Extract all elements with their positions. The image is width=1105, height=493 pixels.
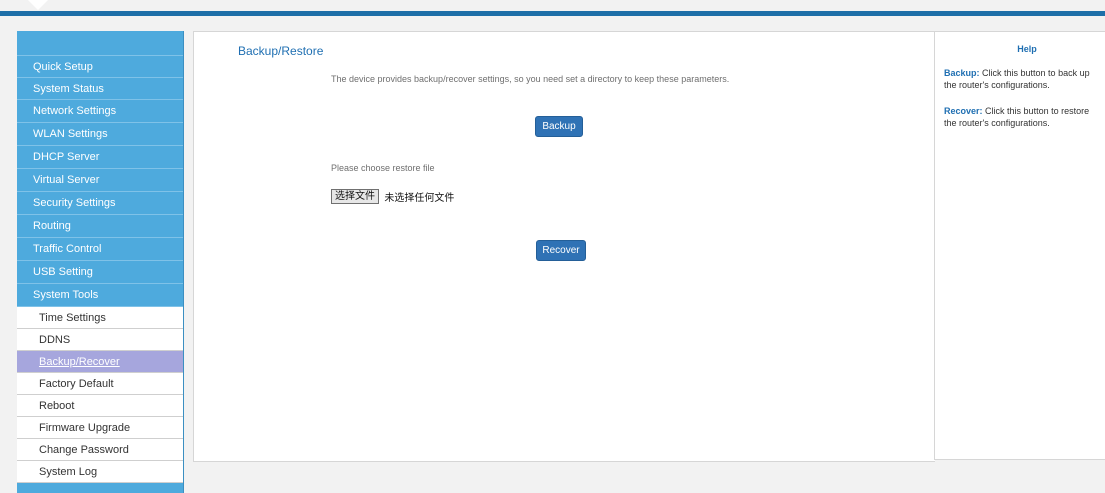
sidebar-item-quick-setup[interactable]: Quick Setup: [17, 56, 183, 78]
sidebar-item-system-status[interactable]: System Status: [17, 78, 183, 100]
sidebar-item-routing[interactable]: Routing: [17, 215, 183, 238]
sidebar-subitem-reboot[interactable]: Reboot: [17, 395, 183, 417]
help-recover-term: Recover:: [944, 106, 983, 116]
header-stripe: [0, 11, 1105, 16]
help-title: Help: [1017, 44, 1037, 54]
sidebar-item-virtual-server[interactable]: Virtual Server: [17, 169, 183, 192]
sidebar-item-network-settings[interactable]: Network Settings: [17, 100, 183, 123]
sidebar-nav: Quick Setup System Status Network Settin…: [17, 31, 184, 493]
help-backup-entry: Backup: Click this button to back up the…: [944, 67, 1104, 93]
logo-arrow-icon: [28, 0, 48, 10]
sidebar-subitem-firmware-upgrade[interactable]: Firmware Upgrade: [17, 417, 183, 439]
sidebar-item-security-settings[interactable]: Security Settings: [17, 192, 183, 215]
restore-file-label: Please choose restore file: [331, 163, 435, 173]
top-banner: [0, 0, 1105, 20]
file-picker: 选择文件 未选择任何文件: [331, 189, 454, 205]
sidebar-subitem-change-password[interactable]: Change Password: [17, 439, 183, 461]
sidebar-item-system-tools[interactable]: System Tools: [17, 284, 183, 307]
recover-button[interactable]: Recover: [536, 240, 586, 261]
sidebar-header: [17, 31, 183, 56]
sidebar-subitem-backup-recover[interactable]: Backup/Recover: [17, 351, 183, 373]
help-recover-entry: Recover: Click this button to restore th…: [944, 105, 1104, 131]
choose-file-button[interactable]: 选择文件: [331, 189, 379, 205]
sidebar-item-traffic-control[interactable]: Traffic Control: [17, 238, 183, 261]
sidebar-item-dhcp-server[interactable]: DHCP Server: [17, 146, 183, 169]
page-title: Backup/Restore: [238, 44, 324, 58]
help-panel: Help Backup: Click this button to back u…: [934, 31, 1105, 460]
backup-description: The device provides backup/recover setti…: [331, 74, 730, 84]
help-backup-term: Backup:: [944, 68, 980, 78]
sidebar-subitem-system-log[interactable]: System Log: [17, 461, 183, 483]
sidebar-item-wlan-settings[interactable]: WLAN Settings: [17, 123, 183, 146]
main-panel: Backup/Restore The device provides backu…: [193, 31, 935, 462]
sidebar-subitem-factory-default[interactable]: Factory Default: [17, 373, 183, 395]
file-status-text: 未选择任何文件: [384, 193, 455, 205]
sidebar-item-usb-setting[interactable]: USB Setting: [17, 261, 183, 284]
sidebar-subitem-ddns[interactable]: DDNS: [17, 329, 183, 351]
backup-button[interactable]: Backup: [535, 116, 583, 137]
sidebar-footer: [17, 483, 183, 493]
sidebar-subitem-time-settings[interactable]: Time Settings: [17, 307, 183, 329]
